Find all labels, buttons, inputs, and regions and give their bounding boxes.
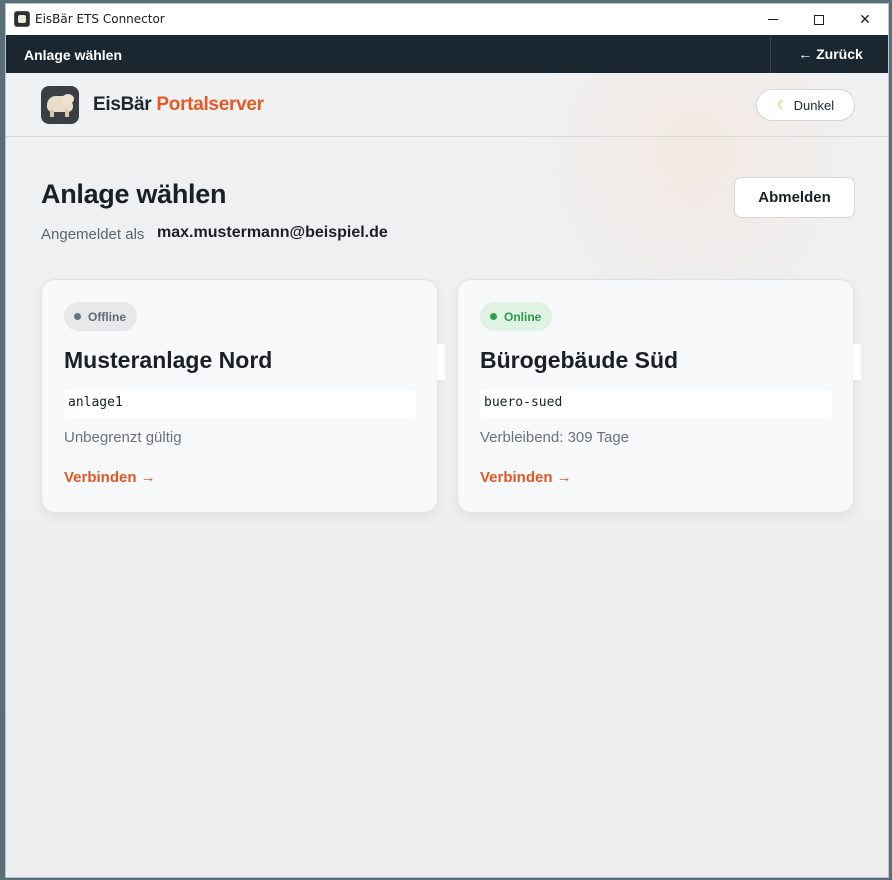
maximize-icon xyxy=(814,14,824,25)
app-icon xyxy=(14,11,30,27)
window-titlebar: EisBär ETS Connector ✕ xyxy=(6,4,888,35)
brand-accent: Portalserver xyxy=(156,94,264,115)
connect-link[interactable]: Verbinden → xyxy=(480,469,572,486)
card-edge-tab xyxy=(853,344,861,380)
close-button[interactable]: ✕ xyxy=(842,4,888,35)
status-dot-icon xyxy=(74,313,81,320)
logged-in-label: Angemeldet als xyxy=(41,226,145,243)
status-badge: Offline xyxy=(64,302,137,331)
installation-card[interactable]: Online Bürogebäude Süd buero-sued Verble… xyxy=(457,279,861,513)
back-button[interactable]: ← Zurück xyxy=(770,35,888,73)
installation-id: anlage1 xyxy=(64,390,416,417)
page-title: Anlage wählen xyxy=(41,179,227,209)
license-validity: Verbleibend: 309 Tage xyxy=(480,429,630,446)
bear-leg xyxy=(65,110,69,117)
topbar-title: Anlage wählen xyxy=(24,47,123,63)
user-email: max.mustermann@beispiel.de xyxy=(157,224,388,241)
status-badge: Online xyxy=(480,302,553,331)
status-dot-icon xyxy=(490,313,497,320)
theme-label: Dunkel xyxy=(793,97,835,113)
top-navigation-bar: Anlage wählen ← Zurück xyxy=(6,35,888,73)
brand-main: EisBär xyxy=(93,94,152,115)
connect-link[interactable]: Verbinden → xyxy=(64,469,156,486)
minimize-icon xyxy=(768,19,778,20)
logout-button[interactable]: Abmelden xyxy=(734,177,855,218)
app-header: EisBär Portalserver ☾ Dunkel xyxy=(6,73,888,137)
moon-icon: ☾ xyxy=(776,98,788,112)
main-content: EisBär Portalserver ☾ Dunkel Anlage wähl… xyxy=(6,73,888,877)
installation-card[interactable]: Offline Musteranlage Nord anlage1 Unbegr… xyxy=(41,279,445,513)
status-label: Offline xyxy=(88,309,126,324)
app-window: EisBär ETS Connector ✕ Anlage wählen ← Z… xyxy=(5,3,889,878)
close-icon: ✕ xyxy=(859,11,871,27)
bear-head xyxy=(62,94,74,104)
status-label: Online xyxy=(504,309,542,324)
license-validity: Unbegrenzt gültig xyxy=(64,429,182,446)
polar-bear-logo-icon xyxy=(41,86,79,124)
minimize-button[interactable] xyxy=(750,4,796,35)
maximize-button[interactable] xyxy=(796,4,842,35)
installation-id: buero-sued xyxy=(480,390,832,417)
installation-name: Musteranlage Nord xyxy=(64,347,273,373)
dark-mode-toggle-button[interactable]: ☾ Dunkel xyxy=(756,89,855,121)
installation-name: Bürogebäude Süd xyxy=(480,347,679,373)
window-title: EisBär ETS Connector xyxy=(35,12,165,26)
bear-leg xyxy=(50,110,54,117)
card-edge-tab xyxy=(437,344,445,380)
brand-name: EisBär Portalserver xyxy=(93,94,264,116)
